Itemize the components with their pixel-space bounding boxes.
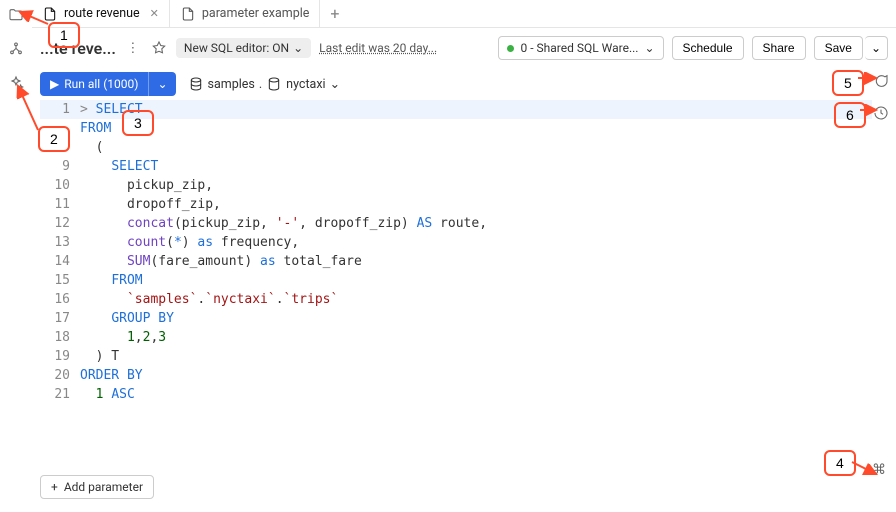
line-number: 21: [40, 385, 80, 404]
run-row: ▶ Run all (1000) ⌄ samples . nyctaxi ⌄: [40, 70, 888, 98]
compute-label: 0 - Shared SQL Ware...: [520, 41, 638, 55]
code-content: 1,2,3: [80, 328, 166, 347]
code-line[interactable]: 11 dropoff_zip,: [40, 195, 872, 214]
line-number: 11: [40, 195, 80, 214]
play-icon: ▶: [50, 77, 59, 91]
header-toolbar: ...te reve... ⋮ New SQL editor: ON ⌄ Las…: [40, 32, 888, 64]
database-icon: [266, 76, 282, 92]
code-content: 1 ASC: [80, 385, 135, 404]
line-number: 10: [40, 176, 80, 195]
annotation-callout-1: 1: [48, 22, 80, 48]
code-content: pickup_zip,: [80, 176, 213, 195]
code-content: dropoff_zip,: [80, 195, 221, 214]
compute-selector[interactable]: 0 - Shared SQL Ware... ⌄: [498, 36, 663, 60]
tab-label: route revenue: [64, 6, 140, 21]
line-number: 9: [40, 157, 80, 176]
code-line[interactable]: 12 concat(pickup_zip, '-', dropoff_zip) …: [40, 214, 872, 233]
line-number: 13: [40, 233, 80, 252]
annotation-callout-2: 2: [38, 126, 70, 152]
code-editor[interactable]: 1> SELECTFROM (9 SELECT10 pickup_zip,11 …: [40, 100, 872, 464]
code-content: concat(pickup_zip, '-', dropoff_zip) AS …: [80, 214, 487, 233]
line-number: 1: [40, 100, 80, 119]
chevron-down-icon: ⌄: [293, 41, 303, 55]
add-parameter-button[interactable]: + Add parameter: [40, 475, 154, 499]
code-line[interactable]: 1> SELECT: [40, 100, 872, 119]
footer-bar: + Add parameter: [40, 472, 888, 502]
annotation-callout-6: 6: [834, 102, 866, 128]
line-number: 20: [40, 366, 80, 385]
line-number: 15: [40, 271, 80, 290]
code-content: SELECT: [80, 157, 158, 176]
catalog-schema-selector[interactable]: samples . nyctaxi ⌄: [188, 76, 341, 92]
history-icon[interactable]: [872, 104, 890, 122]
tab-parameter-example[interactable]: parameter example: [170, 0, 321, 27]
left-rail: [0, 0, 32, 512]
code-line[interactable]: 14 SUM(fare_amount) as total_fare: [40, 252, 872, 271]
code-line[interactable]: 13 count(*) as frequency,: [40, 233, 872, 252]
folder-icon[interactable]: [7, 6, 25, 24]
code-line[interactable]: 20ORDER BY: [40, 366, 872, 385]
code-content: FROM: [80, 119, 111, 138]
code-line[interactable]: (: [40, 138, 872, 157]
chevron-down-icon[interactable]: ⌄: [148, 72, 175, 96]
schema-name: nyctaxi: [286, 77, 325, 92]
code-line[interactable]: 10 pickup_zip,: [40, 176, 872, 195]
new-tab-button[interactable]: +: [320, 0, 349, 27]
more-icon[interactable]: ⋮: [124, 39, 142, 57]
code-content: SUM(fare_amount) as total_fare: [80, 252, 362, 271]
share-button[interactable]: Share: [752, 36, 806, 60]
code-content: ) T: [80, 347, 119, 366]
code-line[interactable]: 15 FROM: [40, 271, 872, 290]
code-content: count(*) as frequency,: [80, 233, 299, 252]
schedule-button[interactable]: Schedule: [672, 36, 744, 60]
run-label: Run all (1000): [64, 77, 138, 91]
code-content: GROUP BY: [80, 309, 174, 328]
file-icon: [42, 6, 58, 22]
save-button[interactable]: Save: [814, 36, 863, 60]
schema-icon[interactable]: [7, 40, 25, 58]
tab-label: parameter example: [202, 6, 310, 21]
line-number: 12: [40, 214, 80, 233]
chevron-down-icon: ⌄: [644, 41, 654, 55]
keyboard-shortcuts-icon[interactable]: ⌘: [872, 462, 886, 478]
catalog-name: samples: [208, 77, 255, 92]
code-content: (: [80, 138, 103, 157]
run-all-button[interactable]: ▶ Run all (1000) ⌄: [40, 72, 176, 96]
sql-editor-toggle-label: New SQL editor: ON: [184, 41, 289, 55]
line-number: 19: [40, 347, 80, 366]
database-icon: [188, 76, 204, 92]
line-number: 14: [40, 252, 80, 271]
line-number: 18: [40, 328, 80, 347]
right-gutter: [872, 72, 890, 122]
code-line[interactable]: 21 1 ASC: [40, 385, 872, 404]
line-number: 16: [40, 290, 80, 309]
code-content: FROM: [80, 271, 143, 290]
annotation-callout-5: 5: [832, 70, 864, 96]
code-line[interactable]: FROM: [40, 119, 872, 138]
code-line[interactable]: 16 `samples`.`nyctaxi`.`trips`: [40, 290, 872, 309]
close-icon[interactable]: ✕: [150, 7, 159, 20]
save-dropdown[interactable]: ⌄: [865, 36, 888, 60]
annotation-callout-3: 3: [122, 110, 154, 136]
code-content: ORDER BY: [80, 366, 143, 385]
code-line[interactable]: 9 SELECT: [40, 157, 872, 176]
code-line[interactable]: 18 1,2,3: [40, 328, 872, 347]
last-edit-link[interactable]: Last edit was 20 day...: [319, 41, 437, 55]
code-line[interactable]: 17 GROUP BY: [40, 309, 872, 328]
line-number: 17: [40, 309, 80, 328]
status-dot-icon: [507, 45, 514, 52]
star-icon[interactable]: [150, 39, 168, 57]
chevron-down-icon: ⌄: [330, 76, 340, 92]
file-icon: [180, 6, 196, 22]
annotation-callout-4: 4: [824, 450, 856, 476]
tabbar: route revenue ✕ parameter example +: [32, 0, 896, 28]
comment-icon[interactable]: [872, 72, 890, 90]
plus-icon: +: [51, 480, 58, 494]
sql-editor-toggle[interactable]: New SQL editor: ON ⌄: [176, 38, 311, 58]
add-parameter-label: Add parameter: [64, 480, 143, 494]
code-content: `samples`.`nyctaxi`.`trips`: [80, 290, 338, 309]
sparkle-icon[interactable]: [7, 74, 25, 92]
code-line[interactable]: 19 ) T: [40, 347, 872, 366]
